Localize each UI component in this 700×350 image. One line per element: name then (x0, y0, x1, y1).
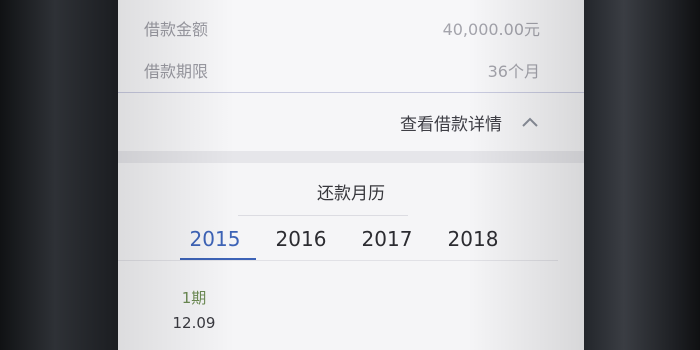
loan-info-card: 借款金额 40,000.00元 借款期限 36个月 (118, 0, 584, 93)
calendar-title: 还款月历 (317, 184, 385, 204)
repayment-period-item[interactable]: 1期 12.09 (164, 287, 224, 332)
period-date: 12.09 (172, 314, 216, 332)
phone-bezel-right (584, 0, 700, 350)
phone-bezel-left (0, 0, 118, 350)
loan-amount-value: 40,000.00元 (442, 20, 540, 39)
year-tabs: 2015 2016 2017 2018 (180, 221, 520, 261)
tab-year-2015[interactable]: 2015 (180, 221, 256, 261)
period-number: 1期 (181, 289, 207, 307)
loan-term-row: 借款期限 36个月 (144, 55, 540, 85)
view-loan-details-toggle[interactable]: 查看借款详情 (118, 93, 584, 151)
loan-term-value: 36个月 (487, 62, 540, 81)
loan-term-label: 借款期限 (144, 62, 209, 81)
tabs-divider (118, 260, 558, 261)
chevron-up-icon (522, 117, 538, 127)
title-divider (238, 215, 408, 216)
tab-year-2017[interactable]: 2017 (352, 221, 422, 257)
app-screen: 借款金额 40,000.00元 借款期限 36个月 查看借款详情 还款月历 20… (118, 0, 584, 350)
loan-amount-row: 借款金额 40,000.00元 (144, 13, 540, 43)
view-loan-details-label: 查看借款详情 (400, 114, 502, 135)
repayment-calendar: 还款月历 2015 2016 2017 2018 1期 12.09 (118, 163, 584, 350)
tab-year-2016[interactable]: 2016 (266, 221, 336, 257)
loan-amount-label: 借款金额 (144, 20, 209, 39)
section-divider (118, 151, 584, 163)
phone-photo-frame: 借款金额 40,000.00元 借款期限 36个月 查看借款详情 还款月历 20… (0, 0, 700, 350)
tab-year-2018[interactable]: 2018 (438, 221, 508, 257)
